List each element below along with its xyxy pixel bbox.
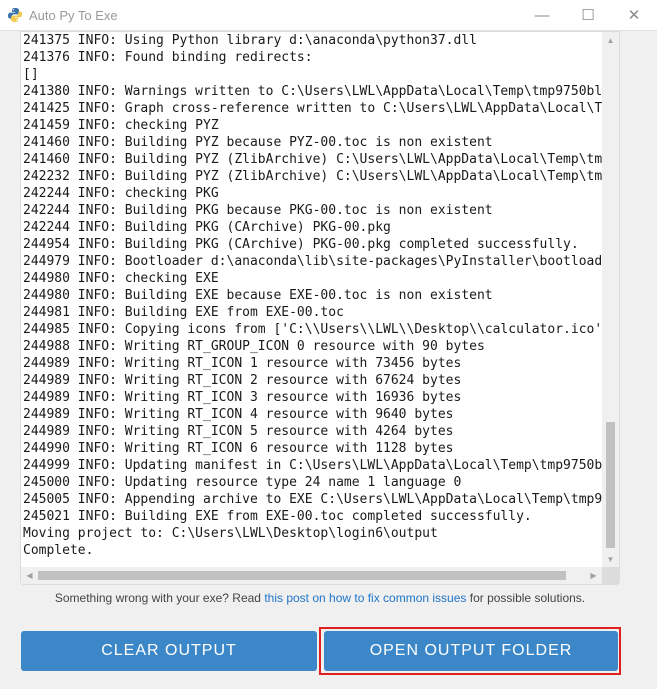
maximize-button[interactable]: ☐ (565, 0, 611, 30)
scroll-right-arrow-icon[interactable]: ▶ (585, 567, 602, 584)
console-line: 244999 INFO: Updating manifest in C:\Use… (23, 458, 602, 473)
minimize-icon: — (534, 6, 550, 24)
scroll-down-arrow-icon[interactable]: ▼ (602, 551, 619, 568)
console-line: 242244 INFO: Building PKG (CArchive) PKG… (23, 220, 391, 235)
console-line: 242244 INFO: checking PKG (23, 186, 219, 201)
console-line: 241460 INFO: Building PYZ (ZlibArchive) … (23, 152, 602, 167)
console-line: 245000 INFO: Updating resource type 24 n… (23, 475, 462, 490)
console-line: 242244 INFO: Building PKG because PKG-00… (23, 203, 493, 218)
console-line: 244979 INFO: Bootloader d:\anaconda\lib\… (23, 254, 602, 269)
fix-common-issues-link[interactable]: this post on how to fix common issues (264, 591, 466, 605)
vertical-scroll-thumb[interactable] (606, 422, 615, 548)
help-prefix: Something wrong with your exe? Read (54, 591, 265, 605)
console-line: 244989 INFO: Writing RT_ICON 4 resource … (23, 407, 454, 422)
console-line: 245005 INFO: Appending archive to EXE C:… (23, 492, 602, 507)
vertical-scrollbar[interactable]: ▲ ▼ (602, 32, 619, 568)
horizontal-scroll-thumb[interactable] (38, 571, 566, 580)
console-line: 241460 INFO: Building PYZ because PYZ-00… (23, 135, 493, 150)
console-line: Moving project to: C:\Users\LWL\Desktop\… (23, 526, 438, 541)
console-text-area[interactable]: 241375 INFO: Using Python library d:\ana… (23, 32, 602, 568)
console-line: 241425 INFO: Graph cross-reference writt… (23, 101, 602, 116)
title-bar[interactable]: Auto Py To Exe — ☐ ✕ (0, 0, 657, 31)
console-line: 241459 INFO: checking PYZ (23, 118, 219, 133)
window-controls: — ☐ ✕ (519, 0, 657, 30)
console-line: 244989 INFO: Writing RT_ICON 2 resource … (23, 373, 462, 388)
scroll-left-arrow-icon[interactable]: ◀ (21, 567, 38, 584)
clear-output-button[interactable]: CLEAR OUTPUT (21, 631, 317, 671)
console-line: 244989 INFO: Writing RT_ICON 5 resource … (23, 424, 454, 439)
console-line: Complete. (23, 543, 94, 558)
console-line: 244981 INFO: Building EXE from EXE-00.to… (23, 305, 344, 320)
help-suffix: for possible solutions. (466, 591, 586, 605)
window-title: Auto Py To Exe (29, 7, 118, 23)
console-line: 242232 INFO: Building PYZ (ZlibArchive) … (23, 169, 602, 184)
horizontal-scrollbar[interactable]: ◀ ▶ (21, 567, 602, 584)
highlight-box (319, 627, 621, 675)
console-line: 244980 INFO: Building EXE because EXE-00… (23, 288, 493, 303)
maximize-icon: ☐ (581, 7, 595, 24)
console-line: 241375 INFO: Using Python library d:\ana… (23, 33, 477, 48)
help-text: Something wrong with your exe? Read this… (20, 590, 620, 607)
console-line: 245021 INFO: Building EXE from EXE-00.to… (23, 509, 532, 524)
scrollbar-corner (602, 567, 619, 584)
console-line: 244980 INFO: checking EXE (23, 271, 219, 286)
console-line: 244954 INFO: Building PKG (CArchive) PKG… (23, 237, 579, 252)
console-line: 244985 INFO: Copying icons from ['C:\\Us… (23, 322, 602, 337)
console-line: 241376 INFO: Found binding redirects: (23, 50, 313, 65)
console-line: [] (23, 67, 39, 82)
close-icon: ✕ (627, 7, 641, 24)
scroll-up-arrow-icon[interactable]: ▲ (602, 32, 619, 49)
python-app-icon (8, 8, 22, 22)
console-line: 244989 INFO: Writing RT_ICON 3 resource … (23, 390, 462, 405)
console-line: 241380 INFO: Warnings written to C:\User… (23, 84, 602, 99)
output-console[interactable]: 241375 INFO: Using Python library d:\ana… (20, 31, 620, 585)
close-button[interactable]: ✕ (611, 0, 657, 30)
console-line: 244990 INFO: Writing RT_ICON 6 resource … (23, 441, 454, 456)
console-line: 244988 INFO: Writing RT_GROUP_ICON 0 res… (23, 339, 485, 354)
console-line: 244989 INFO: Writing RT_ICON 1 resource … (23, 356, 462, 371)
minimize-button[interactable]: — (519, 0, 565, 30)
